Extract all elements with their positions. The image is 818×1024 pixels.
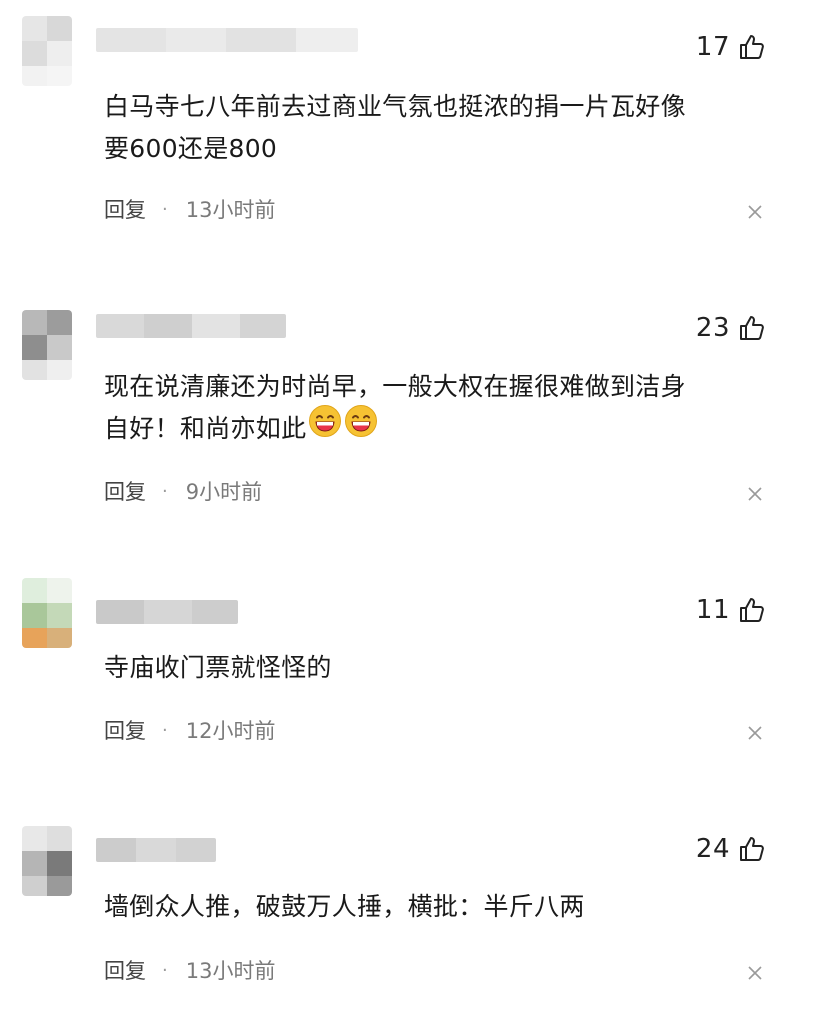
comment-text: 白马寺七八年前去过商业气氛也挺浓的捐一片瓦好像 要600还是800 xyxy=(104,86,764,170)
comment-text: 墙倒众人推，破鼓万人捶，横批：半斤八两 xyxy=(104,886,764,928)
close-icon[interactable] xyxy=(748,486,762,501)
comment-text-line: 要600还是800 xyxy=(104,134,278,163)
username[interactable] xyxy=(96,314,286,338)
comment-text: 现在说清廉还为时尚早，一般大权在握很难做到洁身 自好！和尚亦如此 xyxy=(104,366,764,451)
like-button[interactable]: 24 xyxy=(696,834,766,864)
avatar[interactable] xyxy=(22,16,72,86)
like-count: 17 xyxy=(695,32,730,62)
comment-text-line-wrap: 自好！和尚亦如此 xyxy=(104,404,764,451)
meta-separator: · xyxy=(162,959,168,981)
comment-text-line: 自好！和尚亦如此 xyxy=(104,414,307,443)
like-count: 24 xyxy=(695,834,730,864)
comment-time: 13小时前 xyxy=(185,198,276,222)
username[interactable] xyxy=(96,28,358,52)
meta-separator: · xyxy=(162,480,168,502)
meta-separator: · xyxy=(162,719,168,741)
thumbs-up-icon[interactable] xyxy=(738,314,766,342)
like-count: 11 xyxy=(695,595,730,625)
thumbs-up-icon[interactable] xyxy=(738,835,766,863)
comment-text: 寺庙收门票就怪怪的 xyxy=(104,647,764,689)
close-icon[interactable] xyxy=(748,204,762,219)
reply-button[interactable]: 回复 xyxy=(104,476,146,506)
username[interactable] xyxy=(96,600,238,624)
reply-button[interactable]: 回复 xyxy=(104,955,146,985)
comment-meta: 回复 · 9小时前 xyxy=(104,476,262,506)
close-icon[interactable] xyxy=(748,725,762,740)
meta-separator: · xyxy=(162,198,168,220)
comment-time: 13小时前 xyxy=(185,959,276,983)
avatar[interactable] xyxy=(22,826,72,896)
like-button[interactable]: 23 xyxy=(696,313,766,343)
comment-text-line: 现在说清廉还为时尚早，一般大权在握很难做到洁身 xyxy=(104,372,686,401)
close-icon[interactable] xyxy=(748,965,762,980)
comment-meta: 回复 · 12小时前 xyxy=(104,715,275,745)
comment-text-line: 寺庙收门票就怪怪的 xyxy=(104,653,332,682)
comment-text-line: 墙倒众人推，破鼓万人捶，横批：半斤八两 xyxy=(104,892,585,921)
comment-time: 12小时前 xyxy=(185,719,276,743)
thumbs-up-icon[interactable] xyxy=(738,596,766,624)
like-count: 23 xyxy=(695,313,730,343)
comment-meta: 回复 · 13小时前 xyxy=(104,194,275,224)
thumbs-up-icon[interactable] xyxy=(738,33,766,61)
comment-meta: 回复 · 13小时前 xyxy=(104,955,275,985)
grinning-face-icon xyxy=(344,404,378,451)
reply-button[interactable]: 回复 xyxy=(104,715,146,745)
comment-text-line: 白马寺七八年前去过商业气氛也挺浓的捐一片瓦好像 xyxy=(104,92,686,121)
username[interactable] xyxy=(96,838,216,862)
like-button[interactable]: 17 xyxy=(696,32,766,62)
reply-button[interactable]: 回复 xyxy=(104,194,146,224)
avatar[interactable] xyxy=(22,578,72,648)
like-button[interactable]: 11 xyxy=(696,595,766,625)
comment-time: 9小时前 xyxy=(185,480,263,504)
avatar[interactable] xyxy=(22,310,72,380)
grinning-face-icon xyxy=(308,404,342,451)
